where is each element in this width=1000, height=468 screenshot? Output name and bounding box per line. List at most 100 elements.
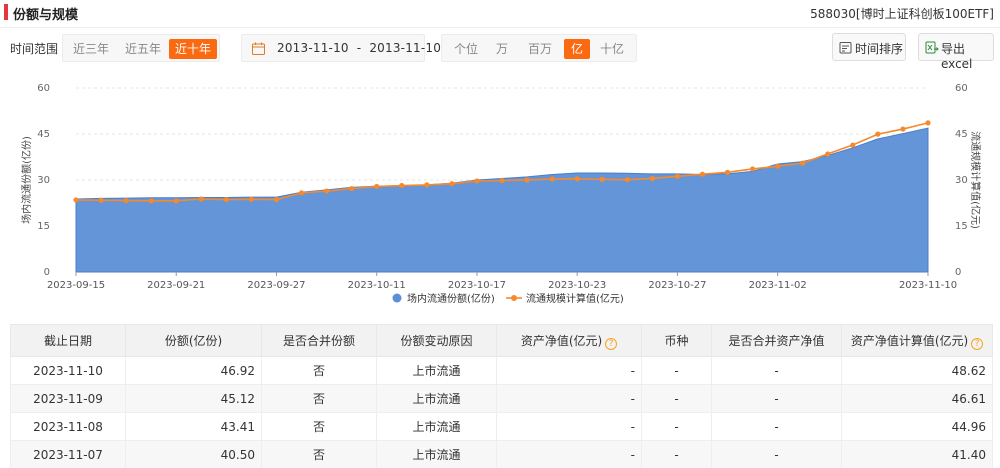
table-cell: 上市流通 (376, 440, 497, 468)
section-header: 份额与规模 588030[博时上证科创板100ETF] (0, 0, 1000, 28)
line-series-point (825, 151, 831, 157)
line-series-point (349, 185, 355, 192)
y-tick-label-right: 0 (955, 267, 961, 278)
time-range-label: 时间范围 (10, 42, 59, 56)
x-tick-label: 2023-10-17 (448, 280, 506, 291)
line-series-point (399, 182, 405, 189)
time-range-option-10y[interactable]: 近十年 (169, 39, 217, 59)
excel-export-icon (925, 41, 939, 54)
y-axis-label-right: 流通规模计算值(亿元) (969, 131, 982, 229)
unit-option-baiwan[interactable]: 百万 (520, 39, 560, 59)
area-series-shares (75, 127, 929, 273)
y-tick-label-right: 15 (955, 221, 968, 232)
table-cell: 46.92 (125, 356, 262, 385)
line-series-point (223, 197, 229, 203)
table-cell: - (641, 412, 712, 441)
table-cell: - (711, 356, 842, 385)
column-header-label: 资产净值计算值(亿元) (850, 333, 969, 348)
table-row: 2023-11-08 43.41 否上市流通 - - -44.96 (10, 412, 993, 441)
table-row: 2023-11-10 46.92 否上市流通 - - -48.62 (10, 356, 993, 385)
column-header-label: 是否合并资产净值 (728, 334, 825, 348)
line-series-point (73, 197, 79, 203)
column-header-label: 币种 (664, 334, 689, 348)
table-cell: 上市流通 (376, 384, 497, 413)
table-cell: 否 (261, 356, 377, 385)
table-cell: - (711, 412, 842, 441)
x-tick-label: 2023-11-10 (899, 280, 957, 291)
legend-label-shares: 场内流通份额(亿份) (407, 292, 495, 305)
column-header-5: 币种 (641, 324, 712, 357)
sort-by-time-button[interactable]: 时间排序 (832, 33, 906, 61)
line-series-point (574, 176, 580, 182)
table-cell: - (641, 384, 712, 413)
line-series-point (123, 197, 129, 204)
line-series-point (98, 197, 104, 203)
table-row: 2023-11-07 40.50 否上市流通 - - -41.40 (10, 440, 993, 468)
column-header-7: 资产净值计算值(亿元)? (841, 324, 993, 357)
unit-option-yi[interactable]: 亿 (564, 39, 590, 59)
date-range-picker[interactable]: 2013-11-10 - 2013-11-10 (241, 34, 441, 62)
table-cell: - (496, 440, 642, 468)
line-series-point (549, 176, 555, 182)
line-series-point (925, 120, 931, 126)
line-series-point (474, 178, 480, 184)
table-cell: 上市流通 (376, 412, 497, 441)
time-range-option-3y[interactable]: 近三年 (67, 39, 115, 59)
table-cell: 40.50 (125, 440, 262, 468)
line-series-point (850, 142, 856, 148)
column-header-label: 截止日期 (43, 334, 92, 348)
legend-marker-shares (392, 293, 402, 303)
column-header-4: 资产净值(亿元)? (496, 324, 642, 357)
table-cell: - (641, 356, 712, 385)
line-series-point (875, 131, 881, 137)
line-series-point (499, 178, 505, 184)
line-series-point (524, 177, 530, 183)
y-tick-label-right: 60 (955, 83, 968, 94)
x-tick-label: 2023-09-15 (47, 280, 105, 291)
line-series-point (248, 196, 255, 202)
question-circle-icon[interactable]: ? (605, 337, 618, 350)
table-cell: 45.12 (125, 384, 262, 413)
share-scale-chart: 0 015 1530 3045 4560 60场内流通份额(亿份) 流通规模计算值(亿元)2… (20, 83, 982, 305)
line-series-point (323, 188, 330, 194)
table-cell: 否 (261, 440, 377, 468)
time-range-option-5y[interactable]: 近五年 (119, 39, 167, 59)
y-tick-label-right: 45 (955, 129, 968, 140)
export-excel-button[interactable]: 导出excel (918, 33, 994, 71)
line-series-point (173, 198, 179, 204)
unit-selector: 个位 万 百万 亿 十亿 (441, 34, 637, 62)
table-cell: 上市流通 (376, 356, 497, 385)
unit-option-wan[interactable]: 万 (486, 39, 518, 59)
table-cell: - (496, 356, 642, 385)
table-cell: 2023-11-08 (10, 412, 126, 441)
question-circle-icon[interactable]: ? (971, 337, 984, 350)
time-range-selector: 近三年 近五年 近十年 (62, 34, 220, 62)
fund-name: 588030[博时上证科创板100ETF] (810, 7, 994, 21)
x-tick-label: 2023-09-27 (247, 280, 305, 291)
column-header-6: 是否合并资产净值 (711, 324, 842, 357)
data-table: 截止日期 份额(亿份) 是否合并份额 份额变动原因 资产净值(亿元)? 币种 是否合并资产净… (10, 324, 993, 468)
date-range-text: 2013-11-10 - 2013-11-10 (277, 41, 442, 55)
line-series-point (599, 176, 605, 182)
table-cell: 否 (261, 384, 377, 413)
column-header-label: 资产净值(亿元) (520, 333, 603, 348)
x-tick-label: 2023-10-23 (548, 280, 606, 291)
line-series-point (424, 182, 430, 188)
unit-option-shiyi[interactable]: 十亿 (592, 39, 632, 59)
unit-option-ones[interactable]: 个位 (446, 39, 486, 59)
y-tick-label-right: 30 (955, 175, 968, 186)
y-axis-label-left: 场内流通份额(亿份) (20, 136, 33, 224)
table-cell: - (711, 440, 842, 468)
line-series-point (649, 175, 655, 182)
line-series-point (198, 196, 204, 202)
calendar-icon (252, 42, 265, 55)
column-header-3: 份额变动原因 (376, 324, 497, 357)
export-button-label: 导出excel (941, 42, 973, 71)
x-tick-label: 2023-11-02 (749, 280, 807, 291)
line-series-point (724, 169, 731, 175)
y-tick-label-left: 0 (44, 267, 50, 278)
legend-label-scale: 流通规模计算值(亿元) (526, 292, 624, 305)
column-header-label: 是否合并份额 (282, 334, 355, 348)
table-cell: 46.61 (841, 384, 993, 413)
y-tick-label-left: 45 (37, 129, 50, 140)
